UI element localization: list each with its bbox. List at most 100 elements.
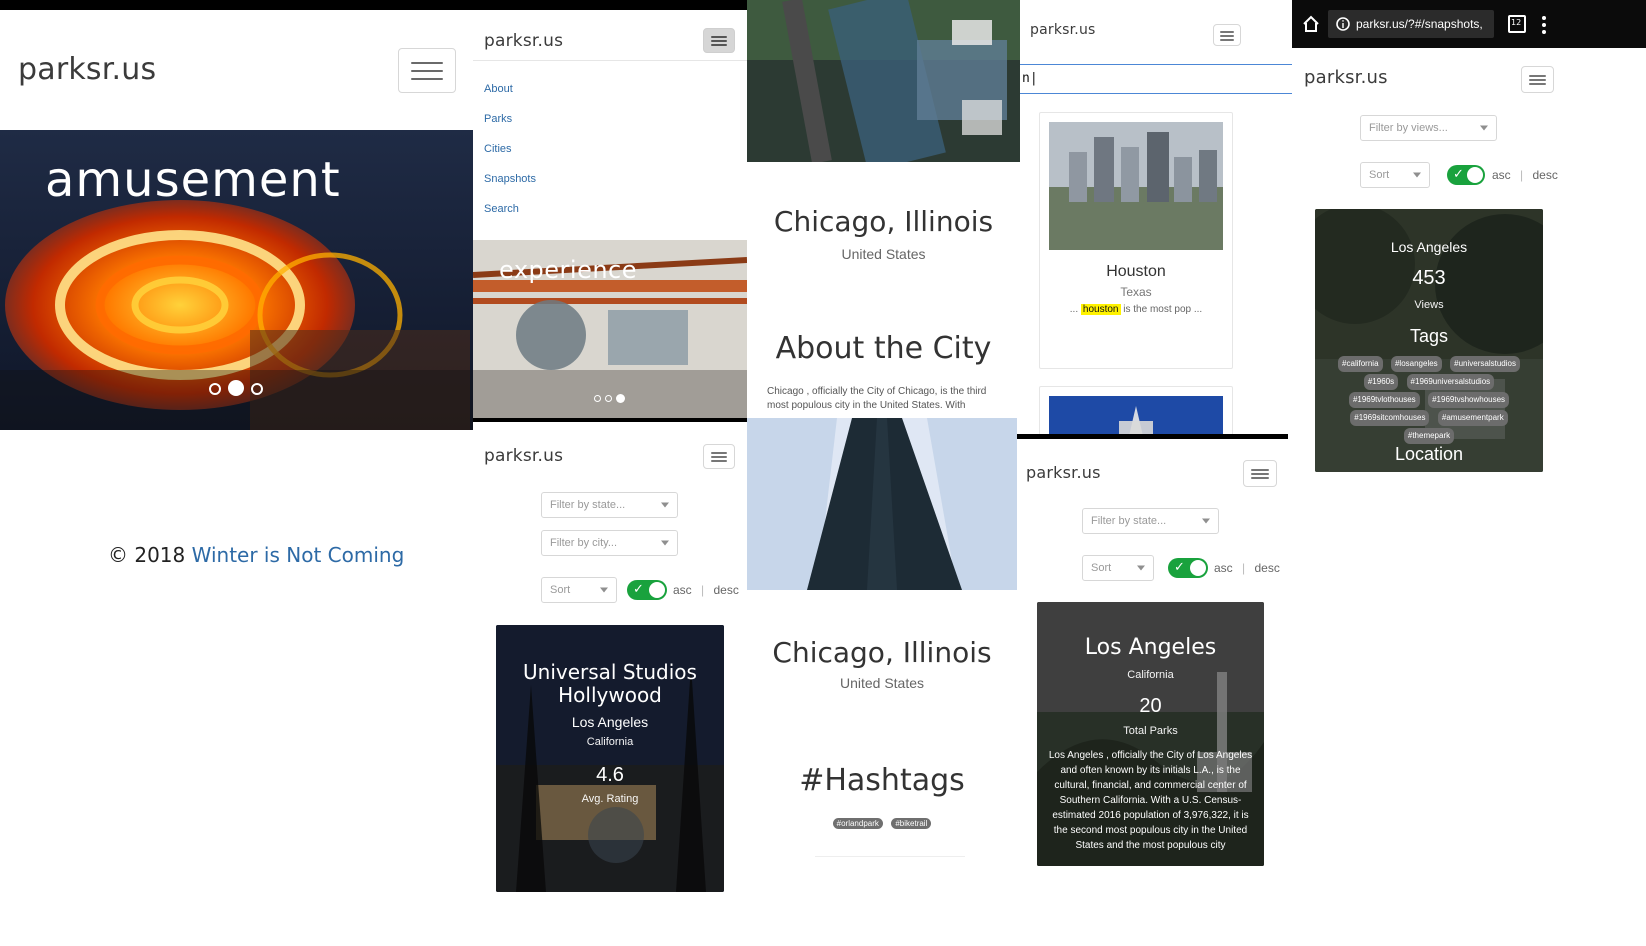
filter-views-select[interactable]: Filter by views...: [1360, 115, 1497, 141]
city-title: Chicago, Illinois: [772, 636, 992, 669]
menu-icon: [1528, 79, 1547, 81]
park-title-line1: Universal Studios: [523, 660, 697, 684]
hero-carousel[interactable]: experience: [473, 240, 747, 418]
park-state: California: [586, 736, 634, 748]
menu-toggle-button[interactable]: [398, 48, 456, 93]
panel-parks-list: parksr.us Filter by state... Filter by c…: [473, 418, 747, 946]
houston-skyline-image: [1049, 122, 1223, 250]
nav-menu: About Parks Cities Snapshots Search: [484, 74, 536, 224]
hero-word: amusement: [45, 152, 341, 208]
about-title: About the City: [775, 331, 992, 366]
tag-pill[interactable]: #1969tvlothouses: [1348, 392, 1420, 408]
sort-direction-toggle[interactable]: ✓: [627, 580, 667, 600]
city-card-description: Los Angeles , officially the City of Los…: [1048, 750, 1253, 851]
sort-select[interactable]: Sort: [1082, 555, 1154, 581]
panel-city-about: Chicago, Illinois United States About th…: [747, 0, 1020, 418]
browser-toolbar: parksr.us/?#/snapshots, 12: [1292, 0, 1646, 48]
panel-cities-list: parksr.us Filter by state... Sort ✓ asc …: [1017, 434, 1292, 946]
brand-logo[interactable]: parksr.us: [1030, 22, 1096, 38]
nav-item-cities[interactable]: Cities: [484, 134, 536, 164]
result-subtitle: Texas: [1120, 285, 1152, 299]
footer-link[interactable]: Winter is Not Coming: [192, 543, 405, 567]
nav-item-snapshots[interactable]: Snapshots: [484, 164, 536, 194]
dot-icon: [1542, 16, 1546, 20]
hashtag-pill[interactable]: #orlandpark: [832, 818, 883, 829]
menu-toggle-button[interactable]: [703, 444, 735, 469]
brand-logo[interactable]: parksr.us: [18, 52, 156, 87]
search-result-card-next[interactable]: [1039, 386, 1233, 440]
tag-pill[interactable]: #1969tvshowhouses: [1428, 392, 1510, 408]
chevron-down-icon: [600, 587, 608, 593]
menu-icon: [710, 44, 728, 46]
city-card[interactable]: Los Angeles California 20 Total Parks Lo…: [1037, 602, 1264, 866]
hero-carousel[interactable]: amusement: [0, 130, 473, 430]
brand-logo[interactable]: parksr.us: [1026, 463, 1101, 482]
brand-logo[interactable]: parksr.us: [484, 31, 563, 51]
tag-pill[interactable]: #1969universalstudios: [1406, 374, 1495, 390]
card-views: 453: [1412, 267, 1446, 289]
hashtags-list: #orlandpark #biketrail: [747, 813, 1017, 831]
filter-city-select[interactable]: Filter by city...: [541, 530, 678, 556]
sort-select[interactable]: Sort: [1360, 162, 1430, 188]
carousel-indicator-2[interactable]: [605, 395, 612, 402]
carousel-indicator-3[interactable]: [616, 394, 625, 403]
tag-pill[interactable]: #losangeles: [1390, 356, 1442, 372]
address-bar[interactable]: parksr.us/?#/snapshots,: [1328, 10, 1494, 38]
brand-logo[interactable]: parksr.us: [1304, 67, 1388, 88]
card-tags: #california #losangeles #universalstudio…: [1325, 355, 1533, 445]
sort-direction-toggle[interactable]: ✓: [1168, 558, 1208, 578]
city-card-state: California: [1127, 669, 1174, 681]
tag-pill[interactable]: #1960s: [1363, 374, 1399, 390]
menu-icon: [411, 78, 443, 80]
filter-state-select[interactable]: Filter by state...: [1082, 508, 1219, 534]
desc-label: desc: [713, 583, 739, 597]
carousel-indicator-2[interactable]: [228, 380, 244, 396]
tag-pill[interactable]: #1969sitcomhouses: [1350, 410, 1430, 426]
home-icon[interactable]: [1302, 15, 1320, 33]
filter-state-select[interactable]: Filter by state...: [541, 492, 678, 518]
tag-pill[interactable]: #california: [1338, 356, 1383, 372]
dot-icon: [1542, 30, 1546, 34]
toggle-knob: [1467, 167, 1483, 183]
search-result-card[interactable]: Houston Texas ... houston is the most po…: [1039, 112, 1233, 369]
tag-pill[interactable]: #universalstudios: [1450, 356, 1520, 372]
menu-toggle-button[interactable]: [703, 28, 735, 53]
sort-direction-toggle[interactable]: ✓: [1447, 165, 1485, 185]
nav-item-parks[interactable]: Parks: [484, 104, 536, 134]
nav-item-search[interactable]: Search: [484, 194, 536, 224]
sort-separator: |: [1520, 168, 1524, 182]
nav-item-about[interactable]: About: [484, 74, 536, 104]
sort-direction-labels: asc | desc: [1492, 168, 1558, 182]
menu-toggle-button[interactable]: [1521, 66, 1554, 93]
overflow-menu-icon[interactable]: [1542, 16, 1546, 34]
panel-city-hashtags: Chicago, Illinois United States #Hashtag…: [747, 418, 1017, 946]
park-city: Los Angeles: [571, 714, 649, 730]
search-input[interactable]: n|: [1020, 64, 1292, 94]
snapshot-card[interactable]: Los Angeles 453 Views Tags #california #…: [1315, 209, 1543, 472]
capitol-image: [1049, 396, 1223, 436]
tabs-button[interactable]: 12: [1508, 15, 1526, 33]
city-card-parks-label: Total Parks: [1123, 725, 1178, 737]
copyright-text: © 2018: [108, 543, 186, 567]
brand-logo[interactable]: parksr.us: [484, 446, 563, 466]
sort-separator: |: [1242, 561, 1246, 575]
carousel-indicator-1[interactable]: [594, 395, 601, 402]
city-card-parks-count: 20: [1139, 695, 1162, 717]
menu-toggle-button[interactable]: [1213, 24, 1241, 46]
tag-pill[interactable]: #themepark: [1403, 428, 1455, 444]
panel-snapshots: parksr.us/?#/snapshots, 12 parksr.us Fil…: [1292, 0, 1646, 480]
carousel-indicator-1[interactable]: [209, 383, 221, 395]
asc-label: asc: [673, 583, 692, 597]
hashtag-pill[interactable]: #biketrail: [891, 818, 932, 829]
menu-icon: [1251, 473, 1269, 475]
carousel-indicator-3[interactable]: [251, 383, 263, 395]
tag-pill[interactable]: #amusementpark: [1437, 410, 1508, 426]
chevron-down-icon: [661, 540, 669, 546]
menu-toggle-button[interactable]: [1243, 460, 1277, 487]
sort-select[interactable]: Sort: [541, 577, 617, 603]
park-card[interactable]: Universal Studios Hollywood Los Angeles …: [496, 625, 724, 892]
city-title: Chicago, Illinois: [773, 205, 994, 238]
panel-nav-open: parksr.us About Parks Cities Snapshots S…: [473, 10, 747, 418]
snippet-suffix: is the most pop ...: [1123, 304, 1203, 315]
park-title-line2: Hollywood: [558, 683, 662, 707]
